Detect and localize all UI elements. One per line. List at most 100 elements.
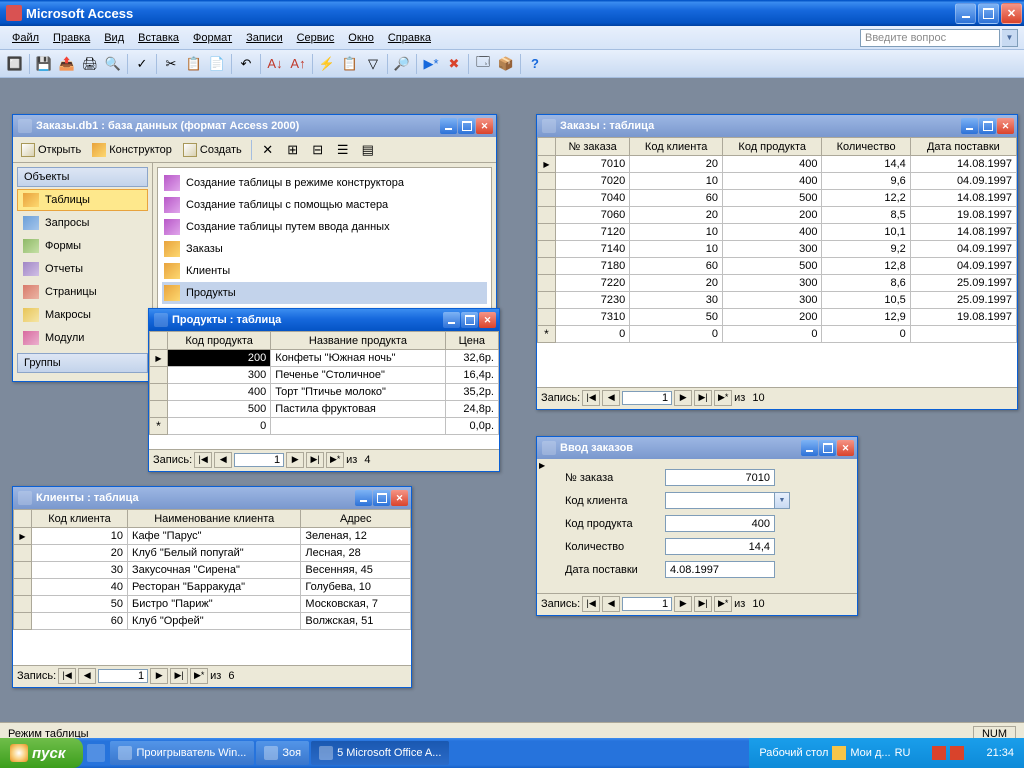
row-selector[interactable]	[150, 401, 168, 418]
table-row[interactable]: 70406050012,214.08.1997	[538, 190, 1017, 207]
cell[interactable]: 8,6	[822, 275, 910, 292]
row-selector[interactable]	[150, 350, 168, 367]
prev-record-button[interactable]: ◀	[602, 390, 620, 406]
copy-button[interactable]: 📋	[183, 53, 205, 75]
db-view-small-button[interactable]: ⊟	[307, 139, 329, 161]
cell[interactable]: 20	[630, 156, 723, 173]
new-record-button[interactable]: ▶*	[714, 390, 732, 406]
spelling-button[interactable]: ✓	[131, 53, 153, 75]
table-clients[interactable]: Клиенты	[162, 260, 487, 282]
first-record-button[interactable]: |◀	[582, 390, 600, 406]
undo-button[interactable]: ↶	[235, 53, 257, 75]
cell[interactable]: 12,2	[822, 190, 910, 207]
row-selector[interactable]	[14, 562, 32, 579]
cell[interactable]	[910, 326, 1016, 343]
cell[interactable]: 0	[822, 326, 910, 343]
cell[interactable]: 200	[723, 207, 822, 224]
cell[interactable]: Лесная, 28	[301, 545, 411, 562]
cell[interactable]: 7040	[556, 190, 630, 207]
table-row[interactable]: 500Пастила фруктовая24,8р.	[150, 401, 499, 418]
db-objects-header[interactable]: Объекты	[17, 167, 148, 187]
cell[interactable]: 60	[32, 613, 128, 630]
print-button[interactable]: 🖨	[79, 53, 101, 75]
find-button[interactable]: 🔎	[391, 53, 413, 75]
nav-macros[interactable]: Макросы	[17, 304, 148, 326]
nav-tables[interactable]: Таблицы	[17, 189, 148, 211]
next-record-button[interactable]: ▶	[150, 668, 168, 684]
table-row[interactable]: 30Закусочная "Сирена"Весенняя, 45	[14, 562, 411, 579]
cell[interactable]: 7060	[556, 207, 630, 224]
cell[interactable]: Бистро "Париж"	[128, 596, 301, 613]
start-button[interactable]: пуск	[0, 738, 83, 768]
db-open-button[interactable]: Открыть	[17, 141, 85, 159]
tray-icon[interactable]	[914, 746, 928, 760]
table-row[interactable]: 7140103009,204.09.1997	[538, 241, 1017, 258]
cell[interactable]: 19.08.1997	[910, 207, 1016, 224]
row-selector[interactable]	[14, 579, 32, 596]
table-row[interactable]: 300Печенье "Столичное"16,4р.	[150, 367, 499, 384]
table-row[interactable]: 60Клуб "Орфей"Волжская, 51	[14, 613, 411, 630]
save-button[interactable]: 💾	[33, 53, 55, 75]
row-selector[interactable]	[538, 292, 556, 309]
cell[interactable]: 0	[723, 326, 822, 343]
tray-ati-icon[interactable]	[950, 746, 964, 760]
ask-dropdown-icon[interactable]: ▼	[1002, 29, 1018, 47]
cell[interactable]: 7120	[556, 224, 630, 241]
help-button[interactable]: ?	[524, 53, 546, 75]
tray-language[interactable]: RU	[895, 747, 911, 759]
col-address[interactable]: Адрес	[301, 510, 411, 528]
cell[interactable]: 400	[723, 173, 822, 190]
toggle-filter-button[interactable]: ▽	[362, 53, 384, 75]
cell[interactable]: Печенье "Столичное"	[271, 367, 445, 384]
cell[interactable]: 500	[723, 258, 822, 275]
wizard-enter-data[interactable]: Создание таблицы путем ввода данных	[162, 216, 487, 238]
new-record-button[interactable]: ▶*	[326, 452, 344, 468]
cell[interactable]: 0	[168, 418, 271, 435]
cell[interactable]: 20	[630, 207, 723, 224]
tray-mydocs[interactable]: Мои д...	[850, 747, 890, 759]
menu-view[interactable]: Вид	[98, 30, 130, 46]
delete-record-button[interactable]: ✖	[443, 53, 465, 75]
cell[interactable]: 300	[168, 367, 271, 384]
menu-records[interactable]: Записи	[240, 30, 289, 46]
cell[interactable]: 25.09.1997	[910, 275, 1016, 292]
cell[interactable]: 7220	[556, 275, 630, 292]
cell[interactable]: 50	[630, 309, 723, 326]
table-row[interactable]: 200Конфеты "Южная ночь"32,6р.	[150, 350, 499, 367]
order-entry-form-window[interactable]: Ввод заказов ▶ № заказа Код клиента▼ Код…	[536, 436, 858, 616]
cell[interactable]: 10,5	[822, 292, 910, 309]
prev-record-button[interactable]: ◀	[78, 668, 96, 684]
cell[interactable]: 04.09.1997	[910, 258, 1016, 275]
input-product[interactable]	[665, 515, 775, 532]
row-selector[interactable]	[538, 207, 556, 224]
cell[interactable]: Клуб "Орфей"	[128, 613, 301, 630]
cell[interactable]: 200	[168, 350, 271, 367]
ql-icon[interactable]	[87, 744, 105, 762]
maximize-button[interactable]	[978, 3, 999, 24]
table-row[interactable]: 40Ресторан "Барракуда"Голубева, 10	[14, 579, 411, 596]
menu-edit[interactable]: Правка	[47, 30, 96, 46]
row-selector[interactable]	[14, 613, 32, 630]
wizard-design-view[interactable]: Создание таблицы в режиме конструктора	[162, 172, 487, 194]
products-titlebar[interactable]: Продукты : таблица	[149, 309, 499, 331]
cell[interactable]: 40	[32, 579, 128, 596]
sort-asc-button[interactable]: A↓	[264, 53, 286, 75]
cell[interactable]: 200	[723, 309, 822, 326]
task-folder[interactable]: Зоя	[256, 741, 309, 765]
new-record-button[interactable]: ▶*	[420, 53, 442, 75]
last-record-button[interactable]: ▶|	[694, 596, 712, 612]
next-record-button[interactable]: ▶	[674, 596, 692, 612]
table-orders[interactable]: Заказы	[162, 238, 487, 260]
row-selector[interactable]	[538, 190, 556, 207]
cell[interactable]: 12,9	[822, 309, 910, 326]
paste-button[interactable]: 📄	[206, 53, 228, 75]
cell[interactable]: 0	[556, 326, 630, 343]
cell[interactable]: 300	[723, 241, 822, 258]
sort-desc-button[interactable]: A↑	[287, 53, 309, 75]
cell[interactable]: Конфеты "Южная ночь"	[271, 350, 445, 367]
row-selector[interactable]	[14, 545, 32, 562]
select-all-corner[interactable]	[14, 510, 32, 528]
cell[interactable]: 7230	[556, 292, 630, 309]
table-row[interactable]: 71806050012,804.09.1997	[538, 258, 1017, 275]
cell[interactable]: 9,6	[822, 173, 910, 190]
